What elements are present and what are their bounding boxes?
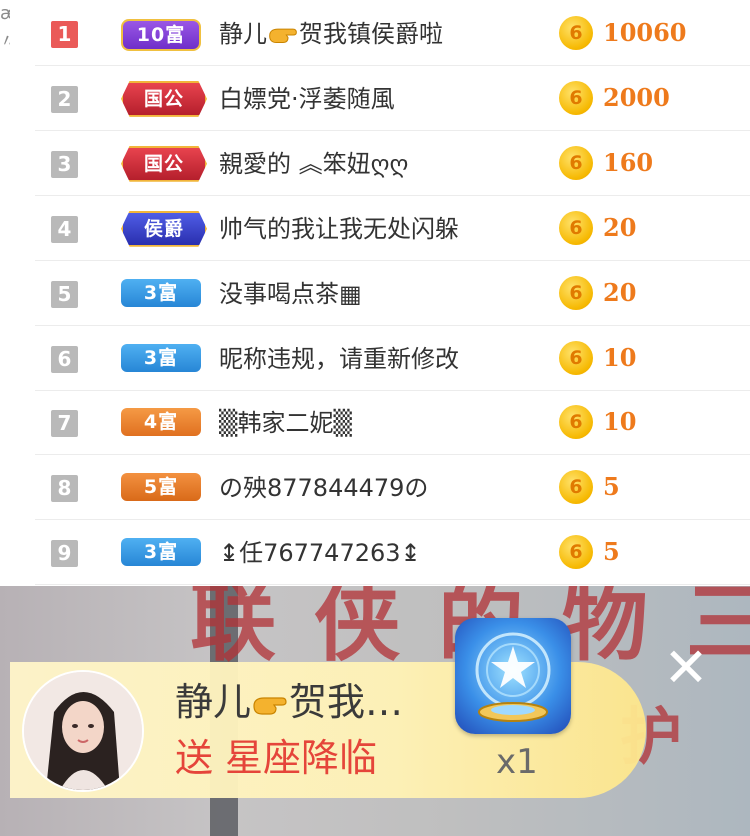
constellation-gift-icon [455, 618, 571, 734]
noble-title-badge: 国公 [121, 145, 207, 182]
user-nickname[interactable]: 没事喝点茶▦ [219, 277, 362, 311]
nickname-suffix: 贺我镇侯爵啦 [299, 20, 443, 48]
rank-number: 8 [51, 475, 78, 503]
pointing-hand-icon [253, 696, 287, 715]
avatar-image [24, 672, 142, 790]
noble-title-badge: 国公 [121, 80, 207, 117]
nickname-text: 帅气的我让我无处闪躲 [219, 214, 459, 243]
rank-number: 1 [51, 21, 78, 48]
coin-icon: 6 [559, 16, 593, 50]
wealth-level-badge: 3富 [121, 538, 201, 567]
gift-count: x1 [496, 742, 538, 782]
user-nickname[interactable]: 白嫖党·浮萎随風 [219, 82, 395, 116]
coin-icon: 6 [559, 275, 593, 310]
star-icon [475, 632, 551, 722]
rank-number: 9 [51, 540, 78, 568]
nickname-text: 静儿 [219, 20, 267, 48]
user-nickname[interactable]: の殃877844479の [219, 471, 428, 505]
contribution-amount: 20 [603, 212, 637, 242]
coin-icon: 6 [559, 470, 593, 505]
ranking-row[interactable]: 3 国公 親愛的 ︽笨妞ღღ 6 160 [35, 131, 750, 196]
contribution-amount: 10 [603, 342, 637, 372]
rank-number: 2 [51, 85, 78, 113]
nickname-text: 昵称违规，请重新修改 [219, 344, 459, 373]
gift-name: 星座降临 [225, 736, 378, 780]
coin-icon: 6 [559, 145, 593, 180]
user-nickname[interactable]: ▒韩家二妮▒ [219, 406, 352, 440]
wealth-level-badge: 5富 [121, 473, 201, 502]
user-nickname[interactable]: 親愛的 ︽笨妞ღღ [219, 147, 408, 181]
rank-number: 5 [51, 280, 78, 308]
gift-action: 送星座降临 [175, 734, 377, 782]
ranking-row[interactable]: 4 侯爵 帅气的我让我无处闪躲 6 20 [35, 196, 750, 261]
wealth-level-badge: 3富 [121, 278, 201, 307]
contribution-amount: 20 [603, 277, 637, 307]
contribution-amount: 2000 [603, 82, 670, 112]
nickname-text: 没事喝点茶▦ [219, 279, 362, 308]
rank-number: 4 [51, 215, 78, 243]
user-nickname[interactable]: 静儿 贺我镇侯爵啦 [219, 17, 443, 51]
ranking-row[interactable]: 2 国公 白嫖党·浮萎随風 6 2000 [35, 66, 750, 131]
coin-icon: 6 [559, 210, 593, 245]
gift-sender-suffix: 贺我… [289, 680, 404, 724]
close-icon[interactable]: ✕ [662, 641, 710, 695]
ranking-row[interactable]: 1 10富 静儿 贺我镇侯爵啦 6 10060 [35, 1, 750, 66]
pointing-hand-icon [269, 28, 297, 43]
ranking-row[interactable]: 5 3富 没事喝点茶▦ 6 20 [35, 261, 750, 326]
rank-number: 7 [51, 410, 78, 438]
wealth-level-badge: 3富 [121, 343, 201, 372]
nickname-text: の殃877844479の [219, 474, 429, 503]
contribution-amount: 10 [603, 407, 637, 437]
coin-icon: 6 [559, 535, 593, 570]
contribution-amount: 5 [603, 472, 620, 502]
ranking-row[interactable]: 9 3富 ↨任767747263↨ 6 5 [35, 520, 750, 586]
nickname-text: 親愛的 ︽笨妞ღღ [219, 149, 409, 178]
contribution-amount: 160 [603, 147, 654, 177]
ranking-list: 1 10富 静儿 贺我镇侯爵啦 6 10060 2 国公 白嫖党·浮萎随風 6 2000 3 国公 親愛的… [35, 0, 750, 586]
rank-number: 3 [51, 150, 78, 178]
nickname-text: ↨任767747263↨ [219, 539, 421, 568]
wealth-level-badge: 10富 [121, 19, 201, 51]
gift-action-verb: 送 [175, 736, 214, 780]
coin-icon: 6 [559, 340, 593, 375]
avatar[interactable] [22, 670, 144, 792]
edge-fragment: æ 〃 [0, 0, 10, 130]
rank-number: 6 [51, 345, 78, 373]
nickname-text: 白嫖党·浮萎随風 [219, 84, 395, 113]
ranking-row[interactable]: 7 4富 ▒韩家二妮▒ 6 10 [35, 390, 750, 456]
coin-icon: 6 [559, 80, 593, 115]
noble-title-badge: 侯爵 [121, 210, 207, 247]
edge-text: æ 〃 [0, 3, 10, 52]
wealth-level-badge: 4富 [121, 408, 201, 437]
gift-sender-name: 静儿 [175, 680, 252, 724]
user-nickname[interactable]: 昵称违规，请重新修改 [219, 342, 459, 376]
user-nickname[interactable]: ↨任767747263↨ [219, 536, 421, 570]
gift-sender: 静儿 贺我… [175, 678, 403, 726]
user-nickname[interactable]: 帅气的我让我无处闪躲 [219, 212, 459, 246]
ranking-row[interactable]: 8 5富 の殃877844479の 6 5 [35, 455, 750, 521]
contribution-amount: 5 [603, 537, 620, 567]
ranking-row[interactable]: 6 3富 昵称违规，请重新修改 6 10 [35, 326, 750, 391]
nickname-text: ▒韩家二妮▒ [219, 409, 352, 438]
contribution-amount: 10060 [603, 18, 687, 47]
coin-icon: 6 [559, 405, 593, 440]
